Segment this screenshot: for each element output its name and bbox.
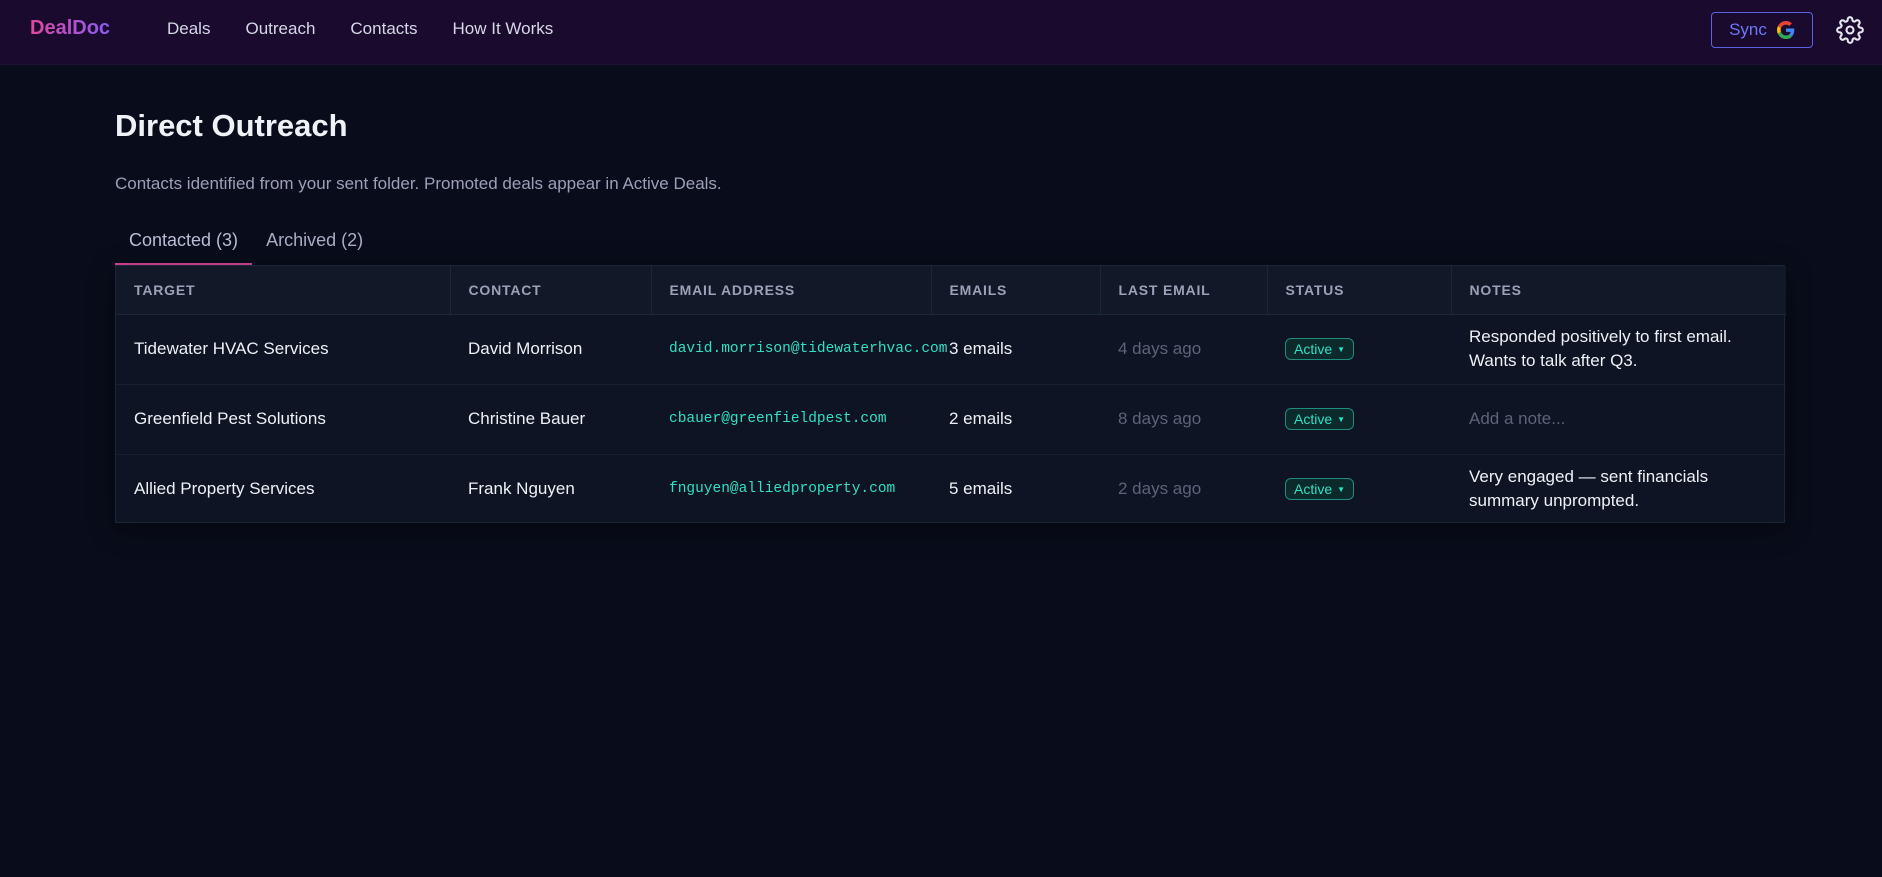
page-title: Direct Outreach xyxy=(115,108,348,143)
main-nav: Deals Outreach Contacts How It Works xyxy=(167,19,553,39)
outreach-table: TARGET CONTACT EMAIL ADDRESS EMAILS LAST… xyxy=(115,265,1786,524)
cell-last-email: 2 days ago xyxy=(1118,479,1202,499)
note-placeholder: Add a note... xyxy=(1469,409,1566,428)
cell-contact: David Morrison xyxy=(468,339,583,358)
note-line: Wants to talk after Q3. xyxy=(1469,351,1638,370)
note-line: summary unprompted. xyxy=(1469,491,1640,511)
cell-notes[interactable]: Add a note... xyxy=(1451,384,1786,454)
header-status[interactable]: STATUS xyxy=(1267,266,1452,315)
header-emails[interactable]: EMAILS xyxy=(931,266,1101,315)
app-logo[interactable]: DealDoc xyxy=(30,17,110,40)
outreach-tabs: Contacted (3) Archived (2) xyxy=(115,226,377,265)
header-notes[interactable]: NOTES xyxy=(1451,266,1786,315)
chevron-down-icon: ▼ xyxy=(1337,484,1346,494)
page-subtitle: Contacts identified from your sent folde… xyxy=(115,174,722,193)
cell-last-email: 8 days ago xyxy=(1118,409,1202,428)
chevron-down-icon: ▼ xyxy=(1337,414,1346,424)
cell-contact: Frank Nguyen xyxy=(468,479,575,499)
cell-target: Allied Property Services xyxy=(134,479,315,499)
cell-last-email: 4 days ago xyxy=(1118,339,1202,358)
tab-archived[interactable]: Archived (2) xyxy=(252,226,377,265)
table-row[interactable]: Tidewater HVAC Services David Morrison d… xyxy=(116,314,1786,384)
cell-status: Active ▼ xyxy=(1267,384,1451,454)
status-badge[interactable]: Active ▼ xyxy=(1285,338,1355,360)
cell-email[interactable]: david.morrison@tidewaterhvac.com xyxy=(651,314,947,384)
nav-deals[interactable]: Deals xyxy=(167,19,210,39)
table-row[interactable]: Allied Property Services Frank Nguyen fn… xyxy=(116,454,1786,524)
top-navbar: DealDoc Deals Outreach Contacts How It W… xyxy=(0,0,1882,65)
cell-email[interactable]: cbauer@greenfieldpest.com xyxy=(651,384,931,454)
cell-contact: Christine Bauer xyxy=(468,409,586,428)
cell-notes[interactable]: Responded positively to first email. Wan… xyxy=(1451,314,1786,384)
cell-emails: 5 emails xyxy=(949,479,1013,499)
sync-button[interactable]: Sync xyxy=(1711,12,1813,48)
status-label: Active xyxy=(1294,481,1333,498)
cell-status: Active ▼ xyxy=(1267,314,1451,384)
table-header-row: TARGET CONTACT EMAIL ADDRESS EMAILS LAST… xyxy=(116,266,1786,315)
table-row[interactable]: Greenfield Pest Solutions Christine Baue… xyxy=(116,384,1786,454)
header-last-email[interactable]: LAST EMAIL xyxy=(1100,266,1268,315)
note-line: Very engaged — sent financials xyxy=(1469,467,1709,487)
header-contact[interactable]: CONTACT xyxy=(450,266,652,315)
note-line: Responded positively to first email. xyxy=(1469,327,1732,346)
nav-contacts[interactable]: Contacts xyxy=(350,19,417,39)
cell-emails: 3 emails xyxy=(949,339,1013,358)
chevron-down-icon: ▼ xyxy=(1337,344,1346,354)
status-badge[interactable]: Active ▼ xyxy=(1285,408,1355,430)
cell-target: Tidewater HVAC Services xyxy=(134,339,329,358)
status-label: Active xyxy=(1294,411,1333,427)
cell-target: Greenfield Pest Solutions xyxy=(134,409,326,428)
cell-emails: 2 emails xyxy=(949,409,1013,428)
nav-how-it-works[interactable]: How It Works xyxy=(453,19,554,39)
cell-email[interactable]: fnguyen@alliedproperty.com xyxy=(651,454,931,524)
cell-status: Active ▼ xyxy=(1267,454,1451,524)
tab-contacted[interactable]: Contacted (3) xyxy=(115,226,253,265)
gear-icon[interactable] xyxy=(1836,16,1864,44)
google-icon xyxy=(1776,21,1795,39)
nav-outreach[interactable]: Outreach xyxy=(245,19,315,39)
header-email-address[interactable]: EMAIL ADDRESS xyxy=(651,266,932,315)
status-badge[interactable]: Active ▼ xyxy=(1285,478,1355,501)
header-target[interactable]: TARGET xyxy=(116,266,451,315)
status-label: Active xyxy=(1294,341,1333,357)
cell-notes[interactable]: Very engaged — sent financials summary u… xyxy=(1451,454,1786,524)
sync-label: Sync xyxy=(1729,20,1767,39)
